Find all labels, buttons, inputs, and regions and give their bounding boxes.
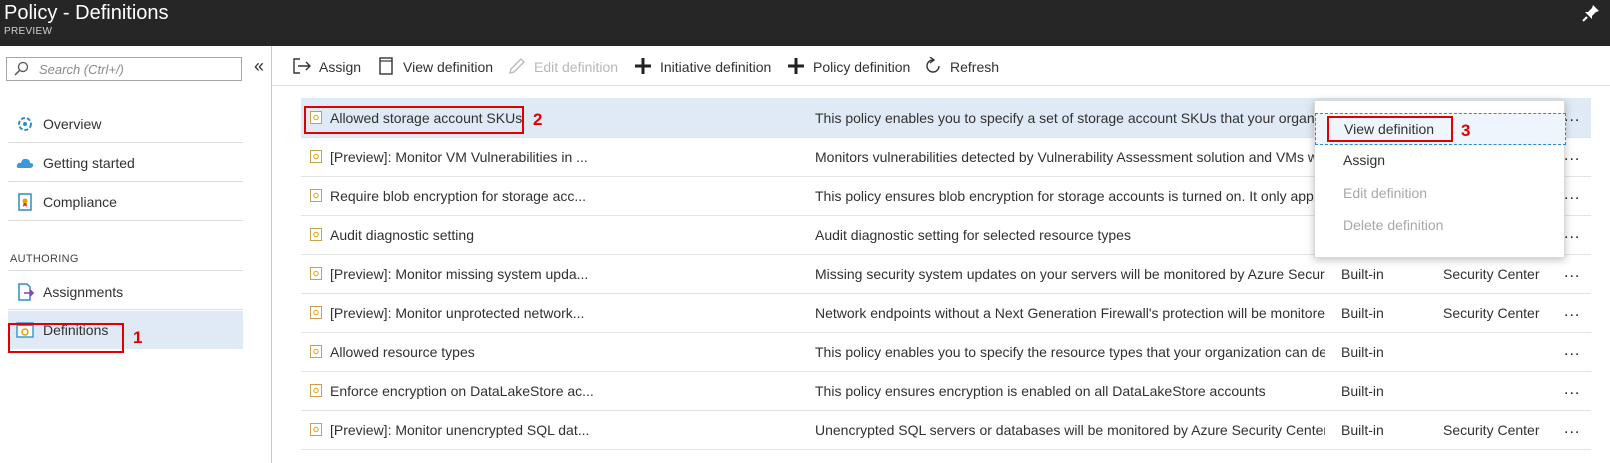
divider <box>8 309 243 310</box>
assign-icon <box>293 58 311 74</box>
overview-icon <box>18 117 32 131</box>
refresh-label: Refresh <box>950 59 1000 75</box>
sidebar-item-compliance[interactable]: Compliance <box>8 183 243 221</box>
annotation-step-1: 1 <box>133 328 143 347</box>
refresh-icon <box>926 57 940 73</box>
menu-item-label: Edit definition <box>1343 185 1428 201</box>
more-actions-button[interactable]: ... <box>1564 342 1580 360</box>
divider <box>8 270 243 271</box>
table-row[interactable]: Enforce encryption on DataLakeStore ac..… <box>301 371 1591 411</box>
menu-item-assign[interactable]: Assign <box>1315 145 1566 177</box>
policy-icon <box>310 150 322 163</box>
divider <box>8 142 243 143</box>
compliance-icon <box>18 193 32 211</box>
policy-icon <box>310 423 322 436</box>
plus-icon <box>788 58 804 74</box>
policy-name: [Preview]: Monitor VM Vulnerabilities in… <box>330 149 588 165</box>
annotation-box-policy-row <box>304 106 524 134</box>
policy-description: This policy enables you to specify the r… <box>815 344 1325 360</box>
sidebar-item-assignments[interactable]: Assignments <box>8 273 243 311</box>
edit-definition-label: Edit definition <box>534 59 619 75</box>
title-bar: Policy - Definitions PREVIEW <box>0 0 1610 46</box>
more-actions-button[interactable]: ... <box>1564 147 1580 165</box>
policy-icon <box>310 384 322 397</box>
policy-description: Monitors vulnerabilities detected by Vul… <box>815 149 1325 165</box>
policy-description: This policy ensures encryption is enable… <box>815 383 1266 399</box>
policy-name: [Preview]: Monitor unprotected network..… <box>330 305 585 321</box>
policy-icon <box>310 345 322 358</box>
divider <box>8 220 243 221</box>
sidebar-item-label: Getting started <box>43 155 135 171</box>
initiative-definition-label: Initiative definition <box>660 59 772 75</box>
policy-description: Missing security system updates on your … <box>815 266 1325 282</box>
view-definition-label: View definition <box>403 59 494 75</box>
search-input[interactable]: Search (Ctrl+/) <box>6 57 242 81</box>
policy-description: Unencrypted SQL servers or databases wil… <box>815 422 1325 438</box>
policy-icon <box>310 267 322 280</box>
policy-category: Security Center <box>1443 422 1540 438</box>
page-subtitle: PREVIEW <box>4 26 53 37</box>
toolbar: Assign View definition Edit definition I… <box>272 46 1610 86</box>
sidebar-item-label: Assignments <box>43 284 124 300</box>
menu-item-delete-definition[interactable]: Delete definition <box>1315 210 1566 242</box>
collapse-sidebar-button[interactable]: « <box>254 56 264 77</box>
more-actions-button[interactable]: ... <box>1564 225 1580 243</box>
policy-description: This policy enables you to specify a set… <box>815 110 1325 126</box>
policy-type: Built-in <box>1341 383 1384 399</box>
assign-label: Assign <box>319 59 362 75</box>
policy-category: Security Center <box>1443 266 1540 282</box>
policy-type: Built-in <box>1341 344 1384 360</box>
policy-description: This policy ensures blob encryption for … <box>815 188 1325 204</box>
policy-type: Built-in <box>1341 266 1384 282</box>
table-row[interactable]: [Preview]: Monitor unencrypted SQL dat..… <box>301 410 1591 450</box>
page-title: Policy - Definitions <box>4 2 169 24</box>
sidebar-item-label: Compliance <box>43 194 117 210</box>
policy-icon <box>310 189 322 202</box>
pencil-icon <box>509 58 525 74</box>
menu-item-edit-definition[interactable]: Edit definition <box>1315 178 1566 210</box>
sidebar: Search (Ctrl+/) « Overview Getting start… <box>0 46 272 463</box>
policy-category: Security Center <box>1443 305 1540 321</box>
sidebar-item-label: Overview <box>43 116 102 132</box>
assignments-icon <box>18 283 34 301</box>
divider <box>8 181 243 182</box>
table-row[interactable]: Allowed resource types This policy enabl… <box>301 332 1591 372</box>
more-actions-button[interactable]: ... <box>1564 303 1580 321</box>
menu-item-label: Assign <box>1343 152 1386 168</box>
policy-name: Require blob encryption for storage acc.… <box>330 188 587 204</box>
sidebar-item-getting-started[interactable]: Getting started <box>8 144 243 182</box>
more-actions-button[interactable]: ... <box>1564 108 1580 126</box>
more-actions-button[interactable]: ... <box>1564 420 1580 438</box>
sidebar-item-overview[interactable]: Overview <box>8 105 243 143</box>
policy-name: Enforce encryption on DataLakeStore ac..… <box>330 383 594 399</box>
policy-definition-label: Policy definition <box>813 59 911 75</box>
policy-description: Audit diagnostic setting for selected re… <box>815 227 1131 243</box>
policy-name: [Preview]: Monitor unencrypted SQL dat..… <box>330 422 590 438</box>
policy-name: Allowed resource types <box>330 344 475 360</box>
annotation-box-definitions <box>8 323 124 353</box>
policy-type: Built-in <box>1341 305 1384 321</box>
pin-icon[interactable] <box>1582 4 1600 22</box>
annotation-box-view-definition <box>1327 116 1453 142</box>
table-row[interactable]: [Preview]: Monitor unprotected network..… <box>301 293 1591 333</box>
policy-icon <box>310 306 322 319</box>
table-row[interactable]: [Preview]: Monitor missing system upda..… <box>301 254 1591 294</box>
cloud-icon <box>16 158 34 168</box>
more-actions-button[interactable]: ... <box>1564 264 1580 282</box>
annotation-step-2: 2 <box>533 110 543 129</box>
search-placeholder: Search (Ctrl+/) <box>39 62 124 77</box>
menu-item-label: Delete definition <box>1343 217 1444 233</box>
search-icon <box>14 61 29 76</box>
policy-name: Audit diagnostic setting <box>330 227 474 243</box>
annotation-step-3: 3 <box>1461 121 1471 140</box>
policy-description: Network endpoints without a Next Generat… <box>815 305 1325 321</box>
policy-type: Built-in <box>1341 422 1384 438</box>
more-actions-button[interactable]: ... <box>1564 381 1580 399</box>
document-icon <box>379 57 393 75</box>
policy-name: [Preview]: Monitor missing system upda..… <box>330 266 589 282</box>
more-actions-button[interactable]: ... <box>1564 186 1580 204</box>
plus-icon <box>635 58 651 74</box>
policy-icon <box>310 228 322 241</box>
section-heading-authoring: AUTHORING <box>10 253 79 265</box>
